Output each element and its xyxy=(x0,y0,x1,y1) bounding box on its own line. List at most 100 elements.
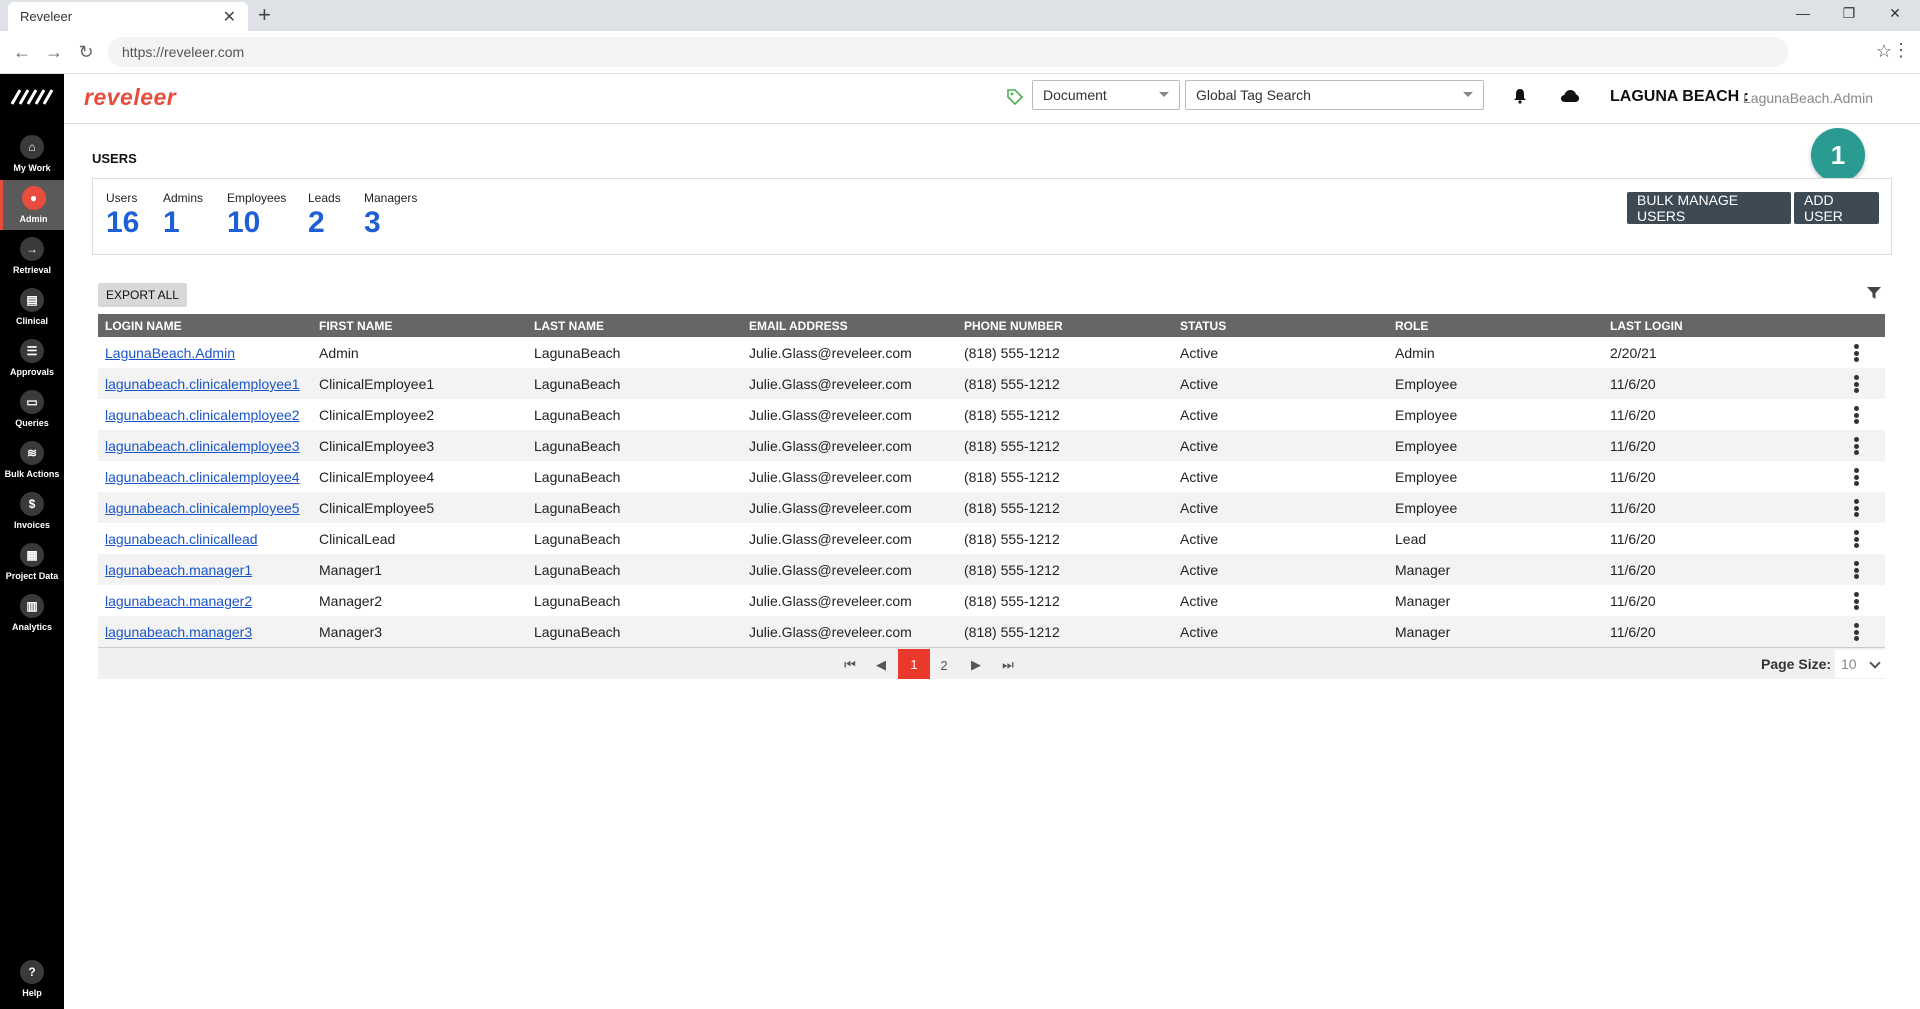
first-page-icon[interactable]: ⏮ xyxy=(840,654,860,676)
page-size-select[interactable]: 10 xyxy=(1835,650,1885,678)
page-1-button[interactable]: 1 xyxy=(898,649,930,679)
column-header[interactable]: FIRST NAME xyxy=(319,319,392,333)
current-user[interactable]: LagunaBeach.Admin xyxy=(1743,90,1873,106)
login-name-link[interactable]: lagunabeach.manager2 xyxy=(105,593,252,609)
cloud-icon[interactable] xyxy=(1560,88,1580,109)
browser-menu-icon[interactable]: ⋮ xyxy=(1892,40,1910,61)
login-name-link[interactable]: LagunaBeach.Admin xyxy=(105,345,235,361)
row-actions-icon[interactable] xyxy=(1853,468,1859,486)
login-name-link[interactable]: lagunabeach.manager3 xyxy=(105,624,252,640)
sidebar-item-invoices[interactable]: $ Invoices xyxy=(0,486,64,536)
table-cell: Julie.Glass@reveleer.com xyxy=(749,500,912,516)
table-cell: Julie.Glass@reveleer.com xyxy=(749,531,912,547)
sidebar-item-clinical[interactable]: ▤ Clinical xyxy=(0,282,64,332)
row-actions-icon[interactable] xyxy=(1853,623,1859,641)
login-name-link[interactable]: lagunabeach.clinicalemployee1 xyxy=(105,376,300,392)
menu-dot xyxy=(1853,574,1859,579)
menu-dot xyxy=(1853,344,1859,349)
table-cell: 11/6/20 xyxy=(1610,376,1656,392)
row-actions-icon[interactable] xyxy=(1853,592,1859,610)
sidebar-item-bulk-actions[interactable]: ≋ Bulk Actions xyxy=(0,435,64,485)
sidebar-item-admin[interactable]: ● Admin xyxy=(0,180,64,230)
table-cell: Active xyxy=(1180,593,1219,609)
menu-dot xyxy=(1853,468,1859,473)
menu-dot xyxy=(1853,536,1859,542)
login-name-link[interactable]: lagunabeach.manager1 xyxy=(105,562,252,578)
close-window-icon[interactable]: ✕ xyxy=(1872,0,1918,26)
home-icon: ⌂ xyxy=(20,135,44,159)
browser-tab[interactable]: Reveleer ✕ xyxy=(8,2,248,31)
filter-icon[interactable] xyxy=(1867,286,1881,300)
menu-dot xyxy=(1853,629,1859,635)
column-header[interactable]: STATUS xyxy=(1180,319,1226,333)
next-page-icon[interactable]: ▶ xyxy=(966,654,986,676)
address-bar[interactable]: https://reveleer.com xyxy=(108,37,1788,67)
table-cell: Julie.Glass@reveleer.com xyxy=(749,376,912,392)
login-name-link[interactable]: lagunabeach.clinicalemployee5 xyxy=(105,500,300,516)
row-actions-icon[interactable] xyxy=(1853,406,1859,424)
app-sidebar: ⌂ My Work ● Admin → Retrieval ▤ Clinical ☰ Approv… xyxy=(0,74,64,1009)
table-cell: 11/6/20 xyxy=(1610,593,1656,609)
export-all-button[interactable]: EXPORT ALL xyxy=(98,283,187,307)
row-actions-icon[interactable] xyxy=(1853,344,1859,362)
row-actions-icon[interactable] xyxy=(1853,561,1859,579)
column-header[interactable]: LAST NAME xyxy=(534,319,604,333)
login-name-link[interactable]: lagunabeach.clinicallead xyxy=(105,531,258,547)
table-cell: LagunaBeach xyxy=(534,500,621,516)
stat-leads: Leads 2 xyxy=(308,191,341,239)
tab-close-icon[interactable]: ✕ xyxy=(223,7,236,27)
column-header[interactable]: EMAIL ADDRESS xyxy=(749,319,848,333)
sidebar-item-my-work[interactable]: ⌂ My Work xyxy=(0,129,64,179)
tag-icon xyxy=(1006,88,1026,108)
column-header[interactable]: LAST LOGIN xyxy=(1610,319,1683,333)
restore-icon[interactable]: ❐ xyxy=(1826,0,1872,26)
reload-icon[interactable]: ↻ xyxy=(74,40,98,64)
table-cell: lagunabeach.clinicalemployee3 xyxy=(105,438,300,454)
add-user-button[interactable]: ADD USER xyxy=(1794,192,1879,224)
forward-icon[interactable]: → xyxy=(42,40,66,64)
row-actions-icon[interactable] xyxy=(1853,375,1859,393)
sidebar-item-queries[interactable]: ▭ Queries xyxy=(0,384,64,434)
table-cell: Julie.Glass@reveleer.com xyxy=(749,469,912,485)
stat-admins: Admins 1 xyxy=(163,191,203,239)
bell-icon[interactable] xyxy=(1512,88,1528,109)
brand-logo[interactable]: reveleer xyxy=(84,84,176,111)
row-actions-icon[interactable] xyxy=(1853,530,1859,548)
sidebar-item-project-data[interactable]: ▦ Project Data xyxy=(0,537,64,587)
column-header[interactable]: PHONE NUMBER xyxy=(964,319,1063,333)
table-row: lagunabeach.clinicalemployee1 ClinicalEmp… xyxy=(98,368,1885,399)
column-header[interactable]: LOGIN NAME xyxy=(105,319,182,333)
sidebar-item-analytics[interactable]: ▥ Analytics xyxy=(0,588,64,638)
app-header: reveleer Document Global Tag Search LAGU… xyxy=(64,74,1920,124)
minimize-icon[interactable]: — xyxy=(1780,0,1826,26)
table-cell: ClinicalEmployee2 xyxy=(319,407,435,423)
login-name-link[interactable]: lagunabeach.clinicalemployee4 xyxy=(105,469,300,485)
approvals-icon: ☰ xyxy=(20,339,44,363)
table-row: lagunabeach.manager2 Manager2 LagunaBeach J… xyxy=(98,585,1885,616)
page-2-button[interactable]: 2 xyxy=(934,654,954,676)
back-icon[interactable]: ← xyxy=(10,40,34,64)
row-actions-icon[interactable] xyxy=(1853,499,1859,517)
bookmark-star-icon[interactable]: ☆ xyxy=(1876,41,1892,62)
sidebar-item-approvals[interactable]: ☰ Approvals xyxy=(0,333,64,383)
stat-value: 10 xyxy=(227,206,261,239)
column-header[interactable]: ROLE xyxy=(1395,319,1428,333)
login-name-link[interactable]: lagunabeach.clinicalemployee2 xyxy=(105,407,300,423)
menu-dot xyxy=(1853,505,1859,511)
global-tag-search[interactable]: Global Tag Search xyxy=(1185,80,1484,110)
document-select[interactable]: Document xyxy=(1032,80,1180,110)
sidebar-item-help[interactable]: ? Help xyxy=(0,954,64,1004)
login-name-link[interactable]: lagunabeach.clinicalemployee3 xyxy=(105,438,300,454)
new-tab-button[interactable]: + xyxy=(258,4,271,26)
users-grid: LOGIN NAME FIRST NAME LAST NAME EMAIL ADDRE… xyxy=(98,314,1885,679)
prev-page-icon[interactable]: ◀ xyxy=(871,654,891,676)
sidebar-item-retrieval[interactable]: → Retrieval xyxy=(0,231,64,281)
table-cell: (818) 555-1212 xyxy=(964,469,1060,485)
reveleer-logo-icon[interactable] xyxy=(10,86,54,108)
menu-dot xyxy=(1853,412,1859,418)
table-cell: lagunabeach.manager1 xyxy=(105,562,252,578)
row-actions-icon[interactable] xyxy=(1853,437,1859,455)
last-page-icon[interactable]: ⏭ xyxy=(998,654,1018,676)
bulk-manage-users-button[interactable]: BULK MANAGE USERS xyxy=(1627,192,1791,224)
stat-label: Employees xyxy=(227,191,287,205)
